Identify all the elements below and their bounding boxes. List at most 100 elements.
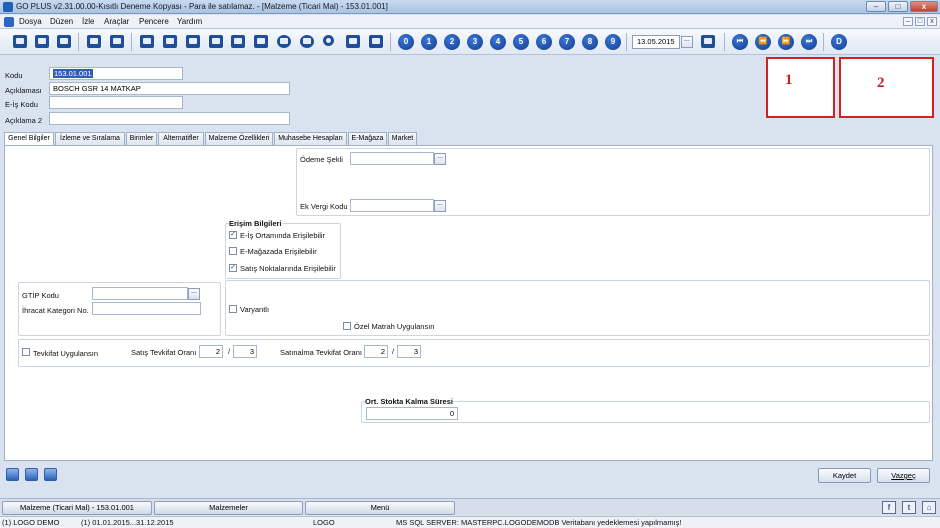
- menu-dosya[interactable]: Dosya: [19, 17, 42, 26]
- folder-icon[interactable]: [229, 33, 247, 50]
- mdi-minimize-button[interactable]: –: [903, 17, 913, 26]
- shortcut-5-button[interactable]: 5: [513, 34, 529, 50]
- compass-icon[interactable]: [298, 33, 316, 50]
- access-emagaza-label: E-Mağazada Erişilebilir: [240, 247, 317, 256]
- taskbar-item-material[interactable]: Malzeme (Ticari Mal) - 153.01.001: [2, 501, 152, 515]
- cancel-button[interactable]: Vazgeç: [877, 468, 930, 483]
- previous-record-icon[interactable]: ⏪: [755, 34, 771, 50]
- briefcase-icon[interactable]: [85, 33, 103, 50]
- sales-rate-b-field[interactable]: 3: [233, 345, 257, 358]
- tab-general[interactable]: Genel Bilgiler: [4, 132, 54, 146]
- parking-icon[interactable]: [275, 33, 293, 50]
- app-icon: [3, 2, 13, 12]
- menu-yardim[interactable]: Yardım: [177, 17, 202, 26]
- gtip-field[interactable]: [92, 287, 188, 300]
- tab-market[interactable]: Market: [388, 132, 417, 145]
- menu-araclar[interactable]: Araçlar: [104, 17, 129, 26]
- taskbar-item-materials[interactable]: Malzemeler: [154, 501, 303, 515]
- report-icon[interactable]: [184, 33, 202, 50]
- sales-rate-a-field[interactable]: 2: [199, 345, 223, 358]
- home-icon[interactable]: ⌂: [922, 501, 936, 514]
- first-record-icon[interactable]: ⏮: [732, 34, 748, 50]
- variant-checkbox[interactable]: [229, 305, 237, 313]
- next-record-icon[interactable]: ⏩: [778, 34, 794, 50]
- facebook-icon[interactable]: f: [882, 501, 896, 514]
- status-period: (1) 01.01.2015...31.12.2015: [81, 518, 174, 527]
- menu-bar: Dosya Düzen İzle Araçlar Pencere Yardım: [0, 15, 940, 29]
- twitter-icon[interactable]: t: [902, 501, 916, 514]
- purchase-rate-b-field[interactable]: 3: [397, 345, 421, 358]
- tab-emagaza[interactable]: E-Mağaza: [348, 132, 387, 145]
- stock-duration-field[interactable]: 0: [366, 407, 458, 420]
- access-emagaza-checkbox[interactable]: [229, 247, 237, 255]
- taskbar-item-menu[interactable]: Menü: [305, 501, 455, 515]
- megaphone-icon[interactable]: [252, 33, 270, 50]
- maximize-button[interactable]: □: [888, 1, 908, 12]
- minimize-button[interactable]: –: [866, 1, 886, 12]
- date-field[interactable]: 13.05.2015: [632, 35, 680, 49]
- payment-field[interactable]: [350, 152, 434, 165]
- shortcut-9-button[interactable]: 9: [605, 34, 621, 50]
- description2-label: Açıklama 2: [5, 116, 43, 125]
- shortcut-6-button[interactable]: 6: [536, 34, 552, 50]
- code-field[interactable]: 153.01.001: [49, 67, 183, 80]
- shortcut-4-button[interactable]: 4: [490, 34, 506, 50]
- shortcut-7-button[interactable]: 7: [559, 34, 575, 50]
- hierarchy-icon[interactable]: [55, 33, 73, 50]
- purchase-rate-slash: /: [392, 347, 395, 356]
- buildings-icon[interactable]: [33, 33, 51, 50]
- handshake-icon[interactable]: [367, 33, 385, 50]
- tab-properties[interactable]: Malzeme Özellikleri: [205, 132, 273, 145]
- access-eis-checkbox[interactable]: ✓: [229, 231, 237, 239]
- save-button[interactable]: Kaydet: [818, 468, 871, 483]
- export-icon[interactable]: [207, 33, 225, 50]
- users-icon[interactable]: [11, 33, 29, 50]
- attach-icon[interactable]: [6, 468, 19, 481]
- export-category-field[interactable]: [92, 302, 201, 315]
- menu-izle[interactable]: İzle: [82, 17, 94, 26]
- mdi-close-button[interactable]: x: [927, 17, 937, 26]
- calendar-settings-icon[interactable]: [138, 33, 156, 50]
- payment-label: Ödeme Şekli: [300, 155, 343, 164]
- shortcut-0-button[interactable]: 0: [398, 34, 414, 50]
- print-icon[interactable]: [25, 468, 38, 481]
- shortcut-3-button[interactable]: 3: [467, 34, 483, 50]
- description-label: Açıklaması: [5, 86, 42, 95]
- shortcut-2-button[interactable]: 2: [444, 34, 460, 50]
- eis-code-field[interactable]: [49, 96, 183, 109]
- withholding-checkbox[interactable]: [22, 348, 30, 356]
- mdi-restore-button[interactable]: □: [915, 17, 925, 26]
- tab-accounts[interactable]: Muhasebe Hesapları: [274, 132, 347, 145]
- chart-icon[interactable]: [161, 33, 179, 50]
- extra-tax-lookup-button[interactable]: ...: [434, 200, 446, 212]
- close-button[interactable]: x: [910, 1, 938, 12]
- description2-field[interactable]: [49, 112, 290, 125]
- extra-tax-field[interactable]: [350, 199, 434, 212]
- shortcut-1-button[interactable]: 1: [421, 34, 437, 50]
- annotation-box-2: 2: [839, 57, 934, 118]
- status-message: MS SQL SERVER: MASTERPC.LOGODEMODB Verit…: [396, 518, 682, 527]
- calculator-icon[interactable]: [108, 33, 126, 50]
- search-icon[interactable]: [321, 33, 339, 50]
- tab-units[interactable]: Birimler: [126, 132, 157, 145]
- special-tax-checkbox[interactable]: [343, 322, 351, 330]
- description-field[interactable]: BOSCH GSR 14 MATKAP: [49, 82, 290, 95]
- d-button[interactable]: D: [831, 34, 847, 50]
- code-label: Kodu: [5, 71, 23, 80]
- window-title: GO PLUS v2.31.00.00-Kısıtlı Deneme Kopya…: [16, 2, 388, 11]
- copy-icon[interactable]: [44, 468, 57, 481]
- calendar-icon[interactable]: [699, 33, 717, 50]
- tab-tracking[interactable]: İzleme ve Sıralama: [55, 132, 125, 145]
- last-record-icon[interactable]: ⏭: [801, 34, 817, 50]
- annotation-2-label: 2: [877, 75, 885, 91]
- group-icon[interactable]: [344, 33, 362, 50]
- gtip-lookup-button[interactable]: ...: [188, 288, 200, 300]
- menu-duzen[interactable]: Düzen: [50, 17, 73, 26]
- access-pos-checkbox[interactable]: ✓: [229, 264, 237, 272]
- date-lookup-button[interactable]: ...: [681, 36, 693, 48]
- payment-lookup-button[interactable]: ...: [434, 153, 446, 165]
- tab-alternatives[interactable]: Alternatifler: [158, 132, 204, 145]
- menu-pencere[interactable]: Pencere: [139, 17, 169, 26]
- purchase-rate-a-field[interactable]: 2: [364, 345, 388, 358]
- shortcut-8-button[interactable]: 8: [582, 34, 598, 50]
